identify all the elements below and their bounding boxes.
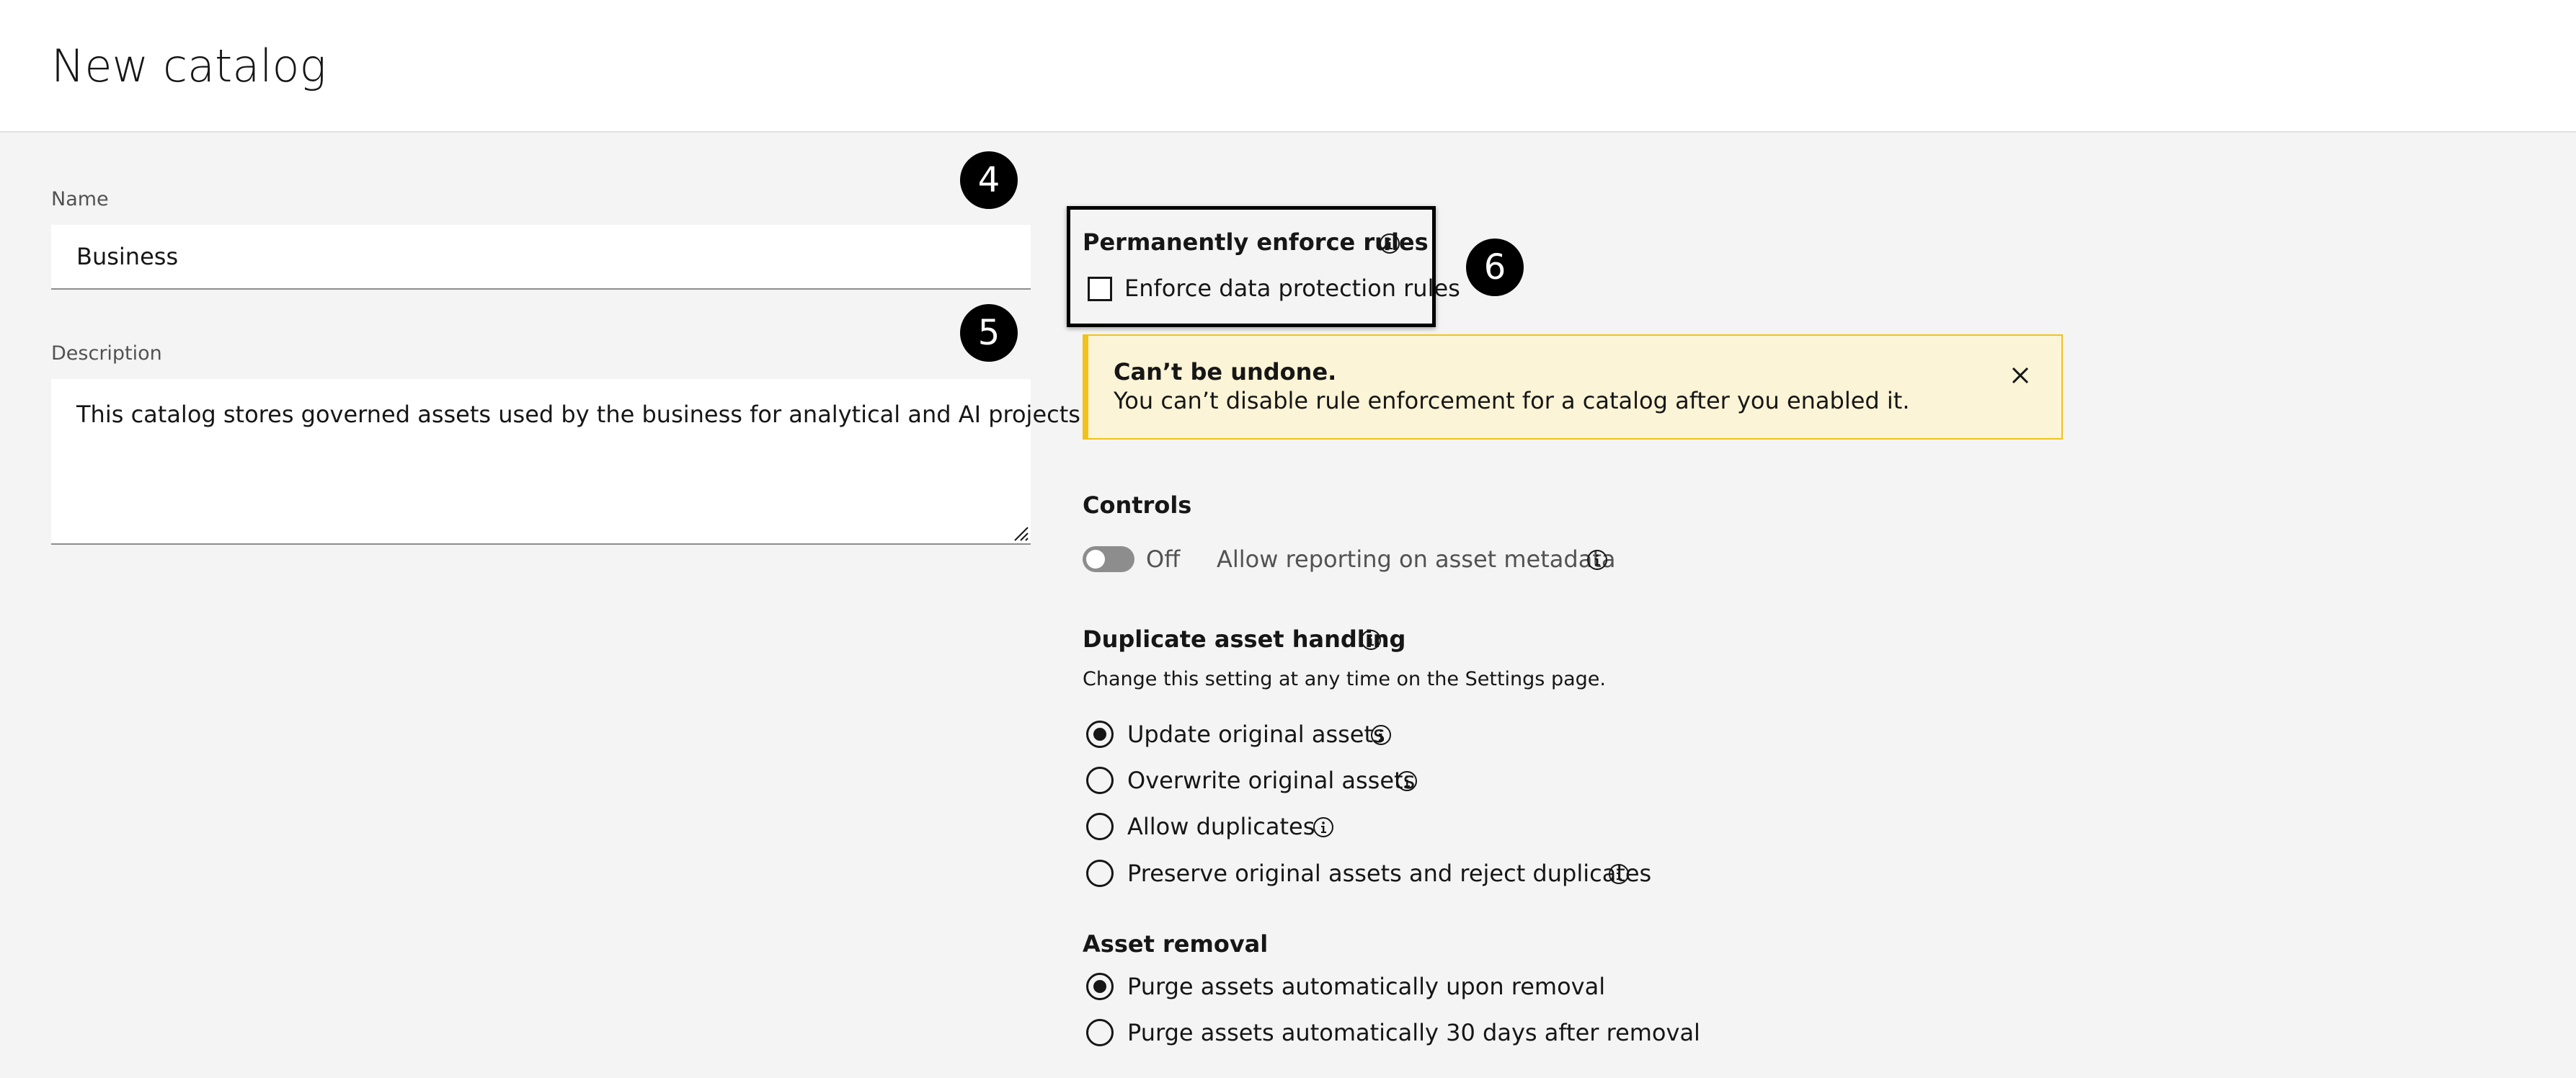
resize-handle-icon[interactable] — [1012, 525, 1029, 542]
enforce-rules-checkbox[interactable] — [1088, 277, 1112, 301]
toggle-state-label: Off — [1146, 545, 1181, 573]
radio-allow-duplicates-label: Allow duplicates — [1127, 813, 1315, 840]
radio-preserve-reject-label: Preserve original assets and reject dupl… — [1127, 860, 1652, 887]
radio-allow-duplicates[interactable] — [1086, 813, 1114, 840]
radio-purge-on-removal-label: Purge assets automatically upon removal — [1127, 973, 1606, 1000]
page-header: New catalog — [0, 0, 2576, 133]
toggle-label: Allow reporting on asset metadata — [1217, 545, 1616, 573]
callout-badge-6: 6 — [1466, 239, 1524, 296]
info-icon[interactable] — [1312, 816, 1335, 839]
info-icon[interactable] — [1586, 548, 1609, 571]
radio-purge-on-removal[interactable] — [1086, 973, 1114, 1000]
info-icon[interactable] — [1607, 863, 1630, 886]
warning-notification: Can’t be undone. You can’t disable rule … — [1083, 334, 2063, 440]
radio-purge-30-days[interactable] — [1086, 1019, 1114, 1046]
radio-overwrite-original[interactable] — [1086, 767, 1114, 794]
name-input[interactable]: Business — [51, 225, 1031, 290]
enforce-rules-highlight — [1067, 206, 1436, 327]
asset-removal-title: Asset removal — [1083, 930, 1269, 958]
radio-update-original-label: Update original assets — [1127, 721, 1385, 748]
notice-title: Can’t be undone. — [1114, 358, 1337, 386]
reporting-toggle[interactable] — [1083, 546, 1134, 572]
close-icon[interactable] — [2008, 363, 2033, 388]
toggle-knob — [1086, 550, 1105, 569]
radio-purge-30-days-label: Purge assets automatically 30 days after… — [1127, 1019, 1700, 1046]
radio-preserve-reject[interactable] — [1086, 860, 1114, 887]
duplicate-handling-helper: Change this setting at any time on the S… — [1083, 668, 1606, 690]
info-icon[interactable] — [1395, 770, 1418, 793]
controls-title: Controls — [1083, 491, 1192, 519]
callout-badge-5: 5 — [960, 304, 1018, 362]
callout-badge-4: 4 — [960, 151, 1018, 209]
enforce-rules-title: Permanently enforce rules — [1083, 228, 1429, 256]
duplicate-handling-title: Duplicate asset handling — [1083, 625, 1406, 653]
name-label: Name — [51, 188, 109, 210]
info-icon[interactable] — [1359, 628, 1382, 651]
radio-update-original[interactable] — [1086, 721, 1114, 748]
notice-body: You can’t disable rule enforcement for a… — [1114, 387, 1910, 414]
radio-overwrite-original-label: Overwrite original assets — [1127, 767, 1416, 794]
info-icon[interactable] — [1378, 232, 1401, 255]
page-title: New catalog — [51, 40, 327, 92]
description-text: This catalog stores governed assets used… — [76, 401, 1088, 428]
info-icon[interactable] — [1369, 723, 1393, 747]
description-label: Description — [51, 342, 162, 365]
enforce-rules-checkbox-label: Enforce data protection rules — [1124, 275, 1460, 302]
description-textarea[interactable]: This catalog stores governed assets used… — [51, 379, 1088, 545]
